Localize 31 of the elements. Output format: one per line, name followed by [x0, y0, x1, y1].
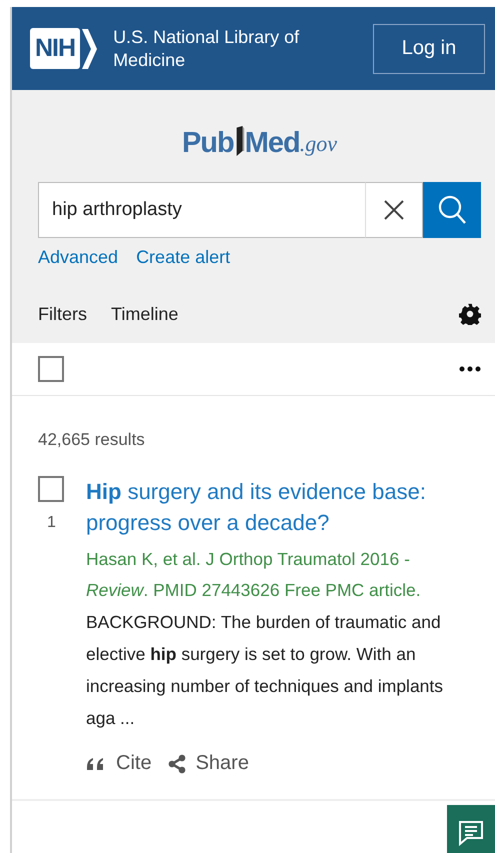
result-title-link[interactable]: Hip surgery and its evidence base: progress over a decade?	[86, 476, 485, 538]
cite-button[interactable]: Cite	[86, 752, 152, 775]
select-all-checkbox[interactable]	[38, 356, 64, 382]
citation-text: Hasan K, et al. J Orthop Traumatol 2016 - Review. PMID 27443626 Free PMC article.	[86, 548, 422, 602]
logo-text: Med	[244, 127, 300, 160]
share-button[interactable]: Share	[168, 752, 249, 775]
view-link[interactable]: Timeline	[111, 304, 178, 324]
logo-text: Pub	[182, 127, 234, 160]
logo-text: .gov	[300, 131, 338, 157]
settings-icon[interactable]	[459, 303, 481, 325]
more-icon[interactable]	[459, 366, 481, 372]
search-icon	[436, 194, 468, 226]
share-icon	[168, 754, 186, 774]
clear-button[interactable]	[365, 182, 423, 238]
close-icon	[383, 199, 405, 221]
search-link[interactable]: Create alert	[136, 247, 230, 268]
feedback-button[interactable]	[447, 805, 495, 853]
result-number: 1	[47, 514, 56, 532]
search-link[interactable]: Advanced	[38, 247, 118, 268]
organization-name: U.S. National Library of Medicine	[113, 26, 300, 72]
chat-icon	[457, 819, 485, 847]
results-count: 42,665 results	[37, 429, 146, 450]
abstract-snippet: BACKGROUND: The burden of traumatic and elective hip surgery is set to grow. With an increasing number of techniques and implants aga ...	[86, 611, 444, 730]
quote-icon	[86, 756, 106, 770]
chevron-icon	[81, 28, 98, 68]
view-link[interactable]: Filters	[38, 304, 87, 324]
result-checkbox[interactable]	[38, 476, 64, 502]
search-button[interactable]	[423, 182, 481, 238]
book-icon	[234, 124, 245, 158]
login-button[interactable]: Log in	[373, 24, 485, 74]
search-field[interactable]: hip arthroplasty	[38, 182, 365, 238]
